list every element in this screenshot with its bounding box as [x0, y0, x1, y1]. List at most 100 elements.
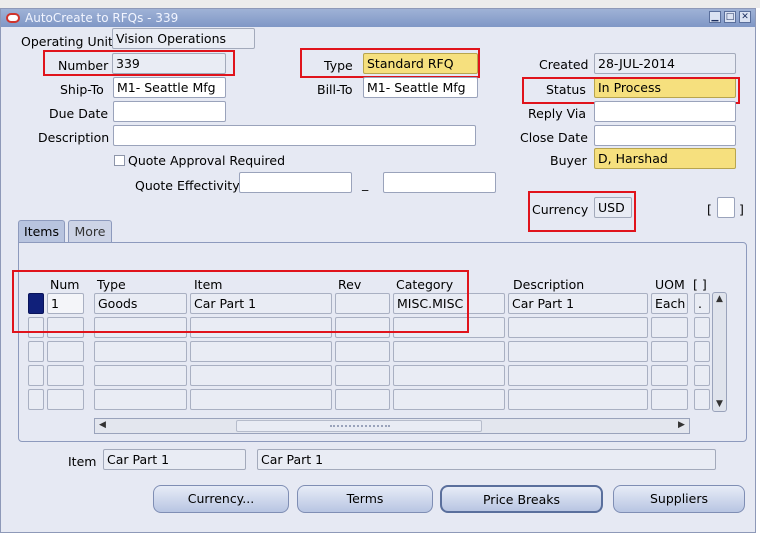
table-cell-category[interactable] — [393, 389, 505, 410]
scroll-right-arrow-icon[interactable]: ▶ — [675, 420, 688, 430]
scroll-left-arrow-icon[interactable]: ◀ — [96, 420, 109, 430]
table-cell-description[interactable] — [508, 341, 648, 362]
row-selector-selected[interactable] — [28, 293, 44, 314]
table-cell-rev[interactable] — [335, 341, 390, 362]
column-header-flexfield: [ ] — [693, 277, 707, 292]
created-field[interactable]: 28-JUL-2014 — [594, 53, 736, 74]
table-cell-flexfield[interactable] — [694, 389, 710, 410]
tab-items[interactable]: Items — [18, 220, 65, 242]
table-cell-type[interactable] — [94, 317, 187, 338]
currency-label: Currency — [532, 202, 589, 217]
type-field[interactable]: Standard RFQ — [363, 53, 478, 74]
scroll-down-arrow-icon[interactable]: ▼ — [713, 399, 726, 409]
reply-via-field[interactable] — [594, 101, 736, 122]
column-header-type: Type — [97, 277, 126, 292]
bill-to-label: Bill-To — [317, 82, 353, 97]
quote-effectivity-from-field[interactable] — [239, 172, 352, 193]
row-selector[interactable] — [28, 317, 44, 338]
table-cell-uom[interactable]: Each — [651, 293, 688, 314]
row-selector[interactable] — [28, 341, 44, 362]
table-cell-type[interactable] — [94, 389, 187, 410]
currency-button[interactable]: Currency... — [153, 485, 289, 513]
table-cell-flexfield[interactable] — [694, 365, 710, 386]
table-cell-uom[interactable] — [651, 317, 688, 338]
close-date-field[interactable] — [594, 125, 736, 146]
description-label: Description — [38, 130, 110, 145]
description-field[interactable] — [113, 125, 476, 146]
status-field[interactable]: In Process — [594, 77, 736, 98]
table-cell-description[interactable]: Car Part 1 — [508, 293, 648, 314]
table-cell-rev[interactable] — [335, 365, 390, 386]
table-cell-type[interactable]: Goods — [94, 293, 187, 314]
operating-unit-label: Operating Unit — [21, 34, 113, 49]
table-cell-description[interactable] — [508, 317, 648, 338]
table-cell-item[interactable] — [190, 317, 332, 338]
price-breaks-button[interactable]: Price Breaks — [440, 485, 603, 513]
table-cell-item[interactable] — [190, 341, 332, 362]
oracle-logo-icon — [6, 13, 20, 23]
table-cell-flexfield[interactable] — [694, 317, 710, 338]
row-selector[interactable] — [28, 365, 44, 386]
buyer-field[interactable]: D, Harshad — [594, 148, 736, 169]
header-flexfield[interactable] — [717, 197, 735, 218]
horizontal-scroll-thumb[interactable] — [236, 420, 482, 432]
table-cell-flexfield[interactable] — [694, 341, 710, 362]
flexfield-close-bracket: ] — [739, 202, 744, 217]
column-header-category: Category — [396, 277, 454, 292]
table-cell-uom[interactable] — [651, 389, 688, 410]
background-strip — [0, 0, 760, 8]
close-icon[interactable]: ✕ — [739, 11, 751, 23]
type-label: Type — [324, 58, 353, 73]
item-value-field: Car Part 1 — [103, 449, 246, 470]
terms-button[interactable]: Terms — [297, 485, 433, 513]
ship-to-label: Ship-To — [60, 82, 104, 97]
quote-approval-label: Quote Approval Required — [128, 153, 286, 168]
close-date-label: Close Date — [520, 130, 588, 145]
table-cell-item[interactable]: Car Part 1 — [190, 293, 332, 314]
table-cell-rev[interactable] — [335, 293, 390, 314]
table-cell-num[interactable]: 1 — [47, 293, 84, 314]
maximize-icon[interactable]: □ — [724, 11, 736, 23]
table-cell-description[interactable] — [508, 365, 648, 386]
quote-approval-checkbox[interactable] — [114, 155, 125, 166]
table-cell-uom[interactable] — [651, 365, 688, 386]
vertical-scrollbar[interactable]: ▲ ▼ — [712, 292, 727, 412]
table-cell-uom[interactable] — [651, 341, 688, 362]
table-cell-category[interactable] — [393, 341, 505, 362]
ship-to-field[interactable]: M1- Seattle Mfg — [113, 77, 226, 98]
due-date-field[interactable] — [113, 101, 226, 122]
minimize-icon[interactable]: ▁ — [709, 11, 721, 23]
table-cell-type[interactable] — [94, 365, 187, 386]
table-cell-description[interactable] — [508, 389, 648, 410]
table-cell-rev[interactable] — [335, 317, 390, 338]
quote-effectivity-to-field[interactable] — [383, 172, 496, 193]
bill-to-field[interactable]: M1- Seattle Mfg — [363, 77, 478, 98]
table-cell-item[interactable] — [190, 365, 332, 386]
horizontal-scrollbar[interactable]: ◀ ▶ — [94, 418, 690, 434]
table-cell-category[interactable] — [393, 317, 505, 338]
tab-more[interactable]: More — [68, 220, 112, 242]
suppliers-button[interactable]: Suppliers — [613, 485, 745, 513]
row-selector[interactable] — [28, 389, 44, 410]
number-field[interactable]: 339 — [112, 53, 226, 74]
table-cell-num[interactable] — [47, 389, 84, 410]
table-cell-category[interactable]: MISC.MISC — [393, 293, 505, 314]
status-label: Status — [546, 82, 586, 97]
table-cell-rev[interactable] — [335, 389, 390, 410]
column-header-description: Description — [513, 277, 585, 292]
table-cell-num[interactable] — [47, 341, 84, 362]
quote-effectivity-label: Quote Effectivity — [135, 178, 240, 193]
currency-field[interactable]: USD — [594, 197, 632, 218]
column-header-num: Num — [50, 277, 80, 292]
table-cell-num[interactable] — [47, 365, 84, 386]
table-cell-flexfield[interactable]: . — [694, 293, 710, 314]
table-cell-item[interactable] — [190, 389, 332, 410]
operating-unit-field[interactable]: Vision Operations — [112, 28, 255, 49]
title-bar[interactable]: AutoCreate to RFQs - 339 ▁ □ ✕ — [1, 9, 755, 27]
table-cell-type[interactable] — [94, 341, 187, 362]
table-cell-category[interactable] — [393, 365, 505, 386]
table-cell-num[interactable] — [47, 317, 84, 338]
scroll-up-arrow-icon[interactable]: ▲ — [713, 294, 726, 304]
item-description-field: Car Part 1 — [257, 449, 716, 470]
window-title: AutoCreate to RFQs - 339 — [25, 11, 179, 25]
